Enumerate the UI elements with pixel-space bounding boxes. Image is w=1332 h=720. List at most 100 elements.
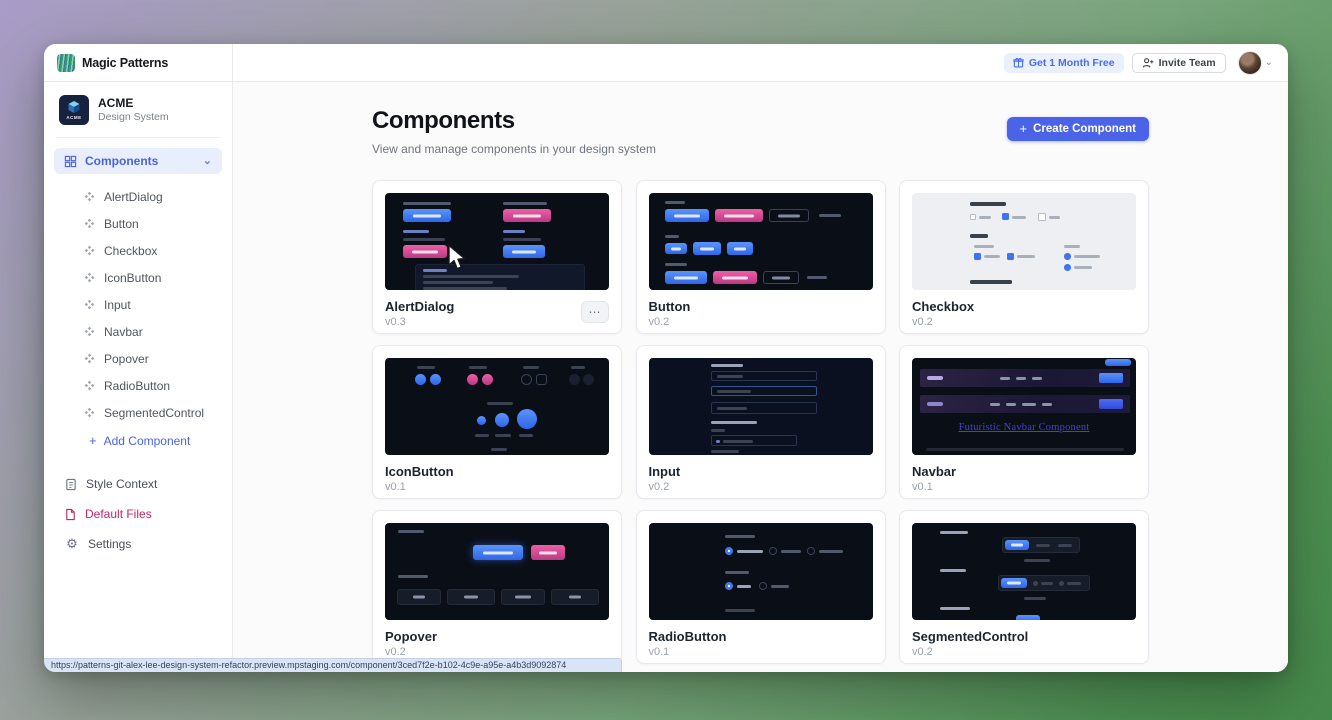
link-url: https://patterns-git-alex-lee-design-sys… [51, 660, 566, 670]
create-component-button[interactable]: + Create Component [1007, 117, 1149, 141]
cube-icon [66, 100, 82, 114]
thumb-icon-button [583, 374, 594, 385]
navbar-caption: Futuristic Navbar Component [912, 422, 1136, 433]
card-popover[interactable]: Popover v0.2 [372, 510, 622, 664]
text-bar [819, 214, 841, 217]
plus-icon: + [1020, 124, 1028, 134]
thumb-checkbox-checked [1007, 253, 1014, 260]
components-grid: AlertDialog v0.3 ⋯ [372, 180, 1149, 664]
card-checkbox[interactable]: Checkbox v0.2 [899, 180, 1149, 334]
get-month-free-button[interactable]: Get 1 Month Free [1004, 53, 1124, 73]
text-bar [819, 550, 843, 553]
card-navbar[interactable]: Futuristic Navbar Component Navbar v0.1 [899, 345, 1149, 499]
sidebar-item-radiobutton[interactable]: RadioButton [44, 372, 232, 399]
card-input[interactable]: Input v0.2 [636, 345, 886, 499]
thumb-button-pill [403, 209, 451, 222]
thumb-segment-selected [1016, 615, 1040, 620]
card-title: IconButton [385, 464, 609, 479]
thumb-radio [769, 547, 777, 555]
text-bar [711, 450, 739, 453]
card-title: Input [649, 464, 873, 479]
components-nav-label: Components [85, 154, 158, 168]
item-label: RadioButton [104, 379, 170, 393]
sidebar: Magic Patterns ACME ACME Design System C… [44, 44, 233, 672]
thumb-button-pill [501, 589, 545, 605]
item-label: SegmentedControl [104, 406, 204, 420]
add-component-label: Add Component [104, 434, 191, 448]
page-title: Components [372, 107, 656, 135]
thumb-button-pill [665, 243, 687, 254]
thumb-checkbox [1038, 213, 1046, 221]
sidebar-item-popover[interactable]: Popover [44, 345, 232, 372]
user-menu[interactable]: ⌄ [1238, 51, 1273, 75]
sidebar-item-iconbutton[interactable]: IconButton [44, 264, 232, 291]
card-segmentedcontrol[interactable]: SegmentedControl v0.2 [899, 510, 1149, 664]
thumb-icon-button [430, 374, 441, 385]
thumb-button-pill [397, 589, 441, 605]
sidebar-divider [56, 137, 220, 138]
text-bar [665, 263, 687, 266]
thumb-icon-button [517, 409, 537, 429]
card-button[interactable]: Button v0.2 [636, 180, 886, 334]
get-month-free-label: Get 1 Month Free [1029, 57, 1115, 69]
text-bar [807, 276, 827, 279]
plus-icon: + [89, 436, 97, 446]
sidebar-item-style-context[interactable]: Style Context [44, 469, 232, 499]
text-bar [1012, 216, 1026, 219]
sidebar-item-navbar[interactable]: Navbar [44, 318, 232, 345]
text-bar [725, 535, 755, 538]
component-icon [84, 407, 95, 418]
invite-team-button[interactable]: Invite Team [1132, 53, 1226, 73]
thumb-icon-button [536, 374, 547, 385]
thumb-button-pill [727, 242, 753, 255]
component-icon [84, 272, 95, 283]
sidebar-item-settings[interactable]: ⚙ Settings [44, 529, 232, 559]
sidebar-item-checkbox[interactable]: Checkbox [44, 237, 232, 264]
card-title: RadioButton [649, 629, 873, 644]
text-bar [417, 366, 435, 369]
card-version: v0.1 [912, 481, 1136, 493]
document-icon [65, 478, 77, 491]
card-radiobutton[interactable]: RadioButton v0.1 [636, 510, 886, 664]
chevron-down-icon: ⌄ [203, 157, 212, 165]
item-label: Style Context [86, 477, 157, 491]
item-label: Default Files [85, 507, 152, 521]
thumb-radio-selected [725, 547, 733, 555]
component-icon [84, 245, 95, 256]
card-version: v0.2 [912, 316, 1136, 328]
sidebar-item-alertdialog[interactable]: AlertDialog [44, 183, 232, 210]
sidebar-item-button[interactable]: Button [44, 210, 232, 237]
sidebar-item-segmentedcontrol[interactable]: SegmentedControl [44, 399, 232, 426]
sidebar-item-input[interactable]: Input [44, 291, 232, 318]
thumb-icon-button [495, 413, 509, 427]
text-bar [940, 569, 966, 572]
thumb-input-field [711, 435, 797, 446]
more-options-button[interactable]: ⋯ [581, 301, 609, 323]
thumb-input-field [711, 402, 817, 414]
thumb-input-field [711, 371, 817, 381]
sidebar-footer: Style Context Default Files ⚙ Settings [44, 469, 232, 559]
avatar [1238, 51, 1262, 75]
text-bar [711, 429, 725, 432]
workspace-switcher[interactable]: ACME ACME Design System [44, 82, 232, 137]
checkbox-thumbnail [912, 193, 1136, 290]
thumb-button-pill [665, 209, 709, 222]
popover-thumbnail [385, 523, 609, 620]
add-component-button[interactable]: + Add Component [44, 426, 232, 456]
thumb-button-pill [531, 545, 565, 560]
acme-logo-text: ACME [66, 115, 81, 120]
thumb-icon-button [569, 374, 580, 385]
brand-name: Magic Patterns [82, 56, 168, 70]
sidebar-item-default-files[interactable]: Default Files [44, 499, 232, 529]
card-alertdialog[interactable]: AlertDialog v0.3 ⋯ [372, 180, 622, 334]
thumb-button-pill [763, 271, 799, 284]
text-bar [737, 550, 763, 553]
text-bar [1024, 559, 1050, 562]
card-iconbutton[interactable]: IconButton v0.1 [372, 345, 622, 499]
thumb-segmented-control [1002, 537, 1080, 553]
sidebar-item-components[interactable]: Components ⌄ [54, 148, 222, 174]
text-bar [665, 201, 685, 204]
item-label: Popover [104, 352, 149, 366]
text-bar [711, 421, 757, 424]
thumb-button-pill [551, 589, 599, 605]
